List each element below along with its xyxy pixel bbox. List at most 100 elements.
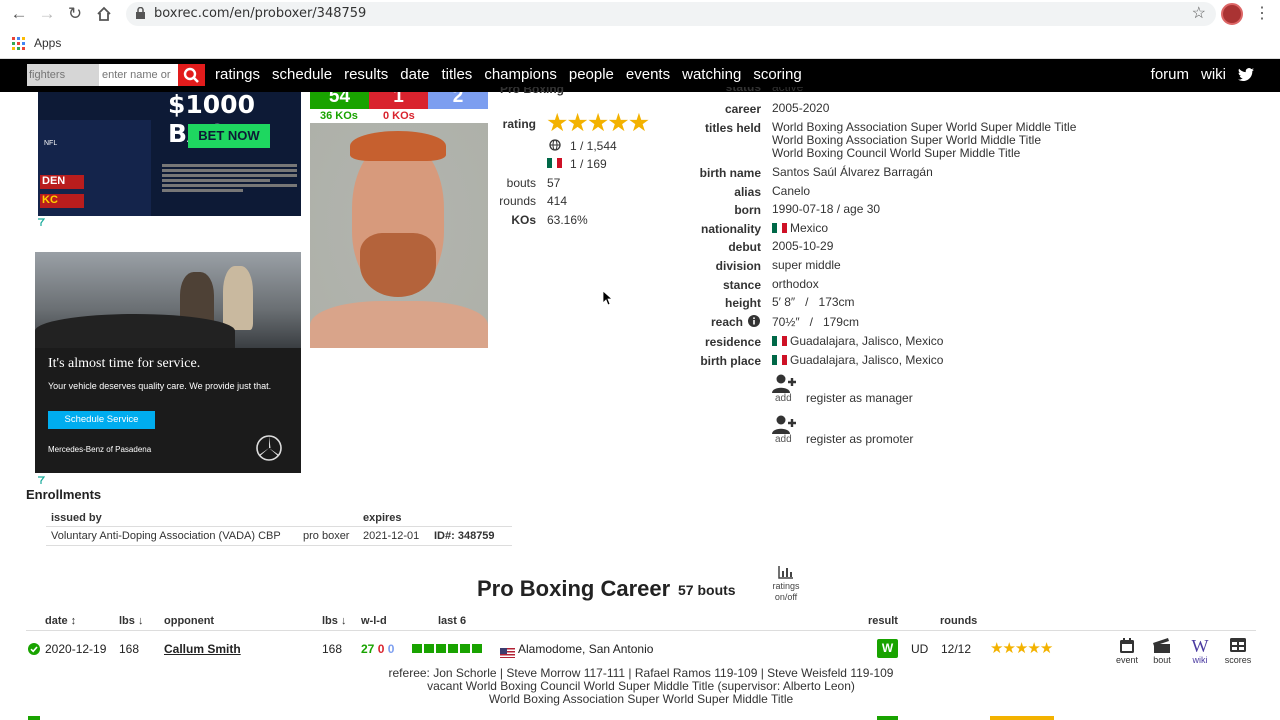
schedule-service-button[interactable]: Schedule Service [48,411,155,429]
adchoices-icon[interactable] [37,218,45,226]
home-icon[interactable] [93,3,115,25]
career-heading: Pro Boxing Career [477,576,671,601]
bout-venue[interactable]: Alamodome, San Antonio [518,642,653,656]
ad2-body: Your vehicle deserves quality care. We p… [48,381,272,391]
nav-people[interactable]: people [569,66,614,83]
apps-grid-icon[interactable] [12,37,25,50]
forward-icon[interactable]: → [36,3,58,25]
search-button[interactable] [178,64,205,86]
add-promoter-label[interactable]: add [775,434,792,445]
birthplace-value[interactable]: Guadalajara, Jalisco, Mexico [790,353,943,367]
info-icon[interactable] [748,315,760,327]
add-person-icon[interactable] [772,374,796,394]
nav-wiki[interactable]: wiki [1201,66,1226,83]
add-manager-label[interactable]: add [775,393,792,404]
world-rank[interactable]: 1 / 1,544 [570,139,617,153]
bout-action[interactable]: bout [1142,638,1182,665]
star-icon: ★ [566,109,588,137]
nationality-row: Mexico [772,222,828,235]
bout-date[interactable]: 2020-12-19 [45,642,106,656]
calendar-icon [1120,638,1134,653]
col-last6: last 6 [438,615,467,627]
mexico-flag-icon [772,355,787,365]
star-icon: ★ [1002,640,1015,657]
mercedes-ad[interactable]: It's almost time for service. Your vehic… [35,252,301,473]
enroll-divider-bottom [46,545,512,546]
kos-value: 63.16% [547,213,588,227]
record-wins: 54 [310,92,369,109]
betting-ad[interactable]: NFL DEN KC $1000 BACK BET NOW [38,92,301,216]
nav-schedule[interactable]: schedule [272,66,332,83]
add-person-icon[interactable] [772,415,796,435]
nav-titles[interactable]: titles [441,66,472,83]
born-label: born [734,203,761,217]
debut-value[interactable]: 2005-10-29 [772,240,833,253]
bar-chart-icon[interactable] [778,566,793,579]
enroll-divider [46,526,512,527]
event-action[interactable]: event [1107,638,1147,665]
address-bar[interactable]: boxrec.com/en/proboxer/348759 ☆ [126,2,1216,26]
col-lbs[interactable]: lbs ↓ [119,615,143,627]
nav-scoring[interactable]: scoring [753,66,801,83]
search-input[interactable] [99,64,178,86]
twitter-icon[interactable] [1238,67,1254,82]
register-manager-link[interactable]: register as manager [806,392,913,405]
nav-results[interactable]: results [344,66,388,83]
enroll-id: ID#: 348759 [434,530,495,542]
reload-icon[interactable]: ↻ [64,3,86,25]
wiki-action[interactable]: W wiki [1180,636,1220,665]
enroll-issuer: Voluntary Anti-Doping Association (VADA)… [51,530,281,542]
col-date[interactable]: date ↕ [45,615,76,627]
nationality-label: nationality [700,222,761,236]
col-opp-lbs[interactable]: lbs ↓ [322,615,346,627]
division-value[interactable]: super middle [772,259,841,272]
kebab-menu-icon[interactable]: ⋮ [1254,3,1270,23]
last6-bar [412,644,482,653]
nav-date[interactable]: date [400,66,429,83]
wiki-w-icon: W [1191,636,1209,656]
nav-watching[interactable]: watching [682,66,741,83]
reach-value: 70½″ / 179cm [772,315,859,329]
odds-board-image: NFL DEN KC [38,120,151,216]
nav-forum[interactable]: forum [1151,66,1189,83]
bookmark-star-icon[interactable]: ☆ [1192,3,1206,23]
debut-label: debut [728,240,761,254]
adchoices-icon-2[interactable] [37,476,45,484]
result-badge: W [877,639,898,658]
opp-losses: 0 [377,642,385,656]
bout-method: UD [911,642,929,656]
bout-lbs: 168 [119,642,140,656]
star-icon: ★ [1039,640,1053,657]
born-value: 1990-07-18 / age 30 [772,202,881,216]
scores-action[interactable]: scores [1218,638,1258,665]
last6-win [412,644,422,653]
ratings-toggle[interactable]: ratings on/off [766,581,806,603]
nav-champions[interactable]: champions [484,66,557,83]
nav-ratings[interactable]: ratings [215,66,260,83]
stance-value: orthodox [772,277,819,291]
bout-action-label: bout [1153,655,1171,665]
col-rounds: rounds [940,615,978,627]
opponent-wld: 27 0 0 [361,642,394,656]
career-bout-count: 57 bouts [678,582,736,598]
nav-events[interactable]: events [626,66,670,83]
ad1-fineprint-graphic [162,162,297,194]
lock-icon [136,7,145,19]
next-row-stars-partial [990,716,1054,720]
last6-win [424,644,434,653]
opponent-link[interactable]: Callum Smith [164,642,241,656]
col-result: result [868,615,898,627]
title-3[interactable]: World Boxing Council World Super Middle … [772,147,1020,160]
bet-now-button[interactable]: BET NOW [188,124,270,148]
opp-draws: 0 [387,642,395,656]
kos-label: KOs [511,213,536,227]
apps-label[interactable]: Apps [34,36,61,50]
win-kos: 36 KOs [320,110,358,122]
back-icon[interactable]: ← [8,3,30,25]
residence-label: residence [704,335,761,349]
profile-avatar[interactable] [1221,3,1243,25]
search-category-select[interactable] [27,64,99,86]
bout-rounds: 12/12 [941,642,972,656]
register-promoter-link[interactable]: register as promoter [806,433,913,446]
residence-value[interactable]: Guadalajara, Jalisco, Mexico [790,334,943,348]
